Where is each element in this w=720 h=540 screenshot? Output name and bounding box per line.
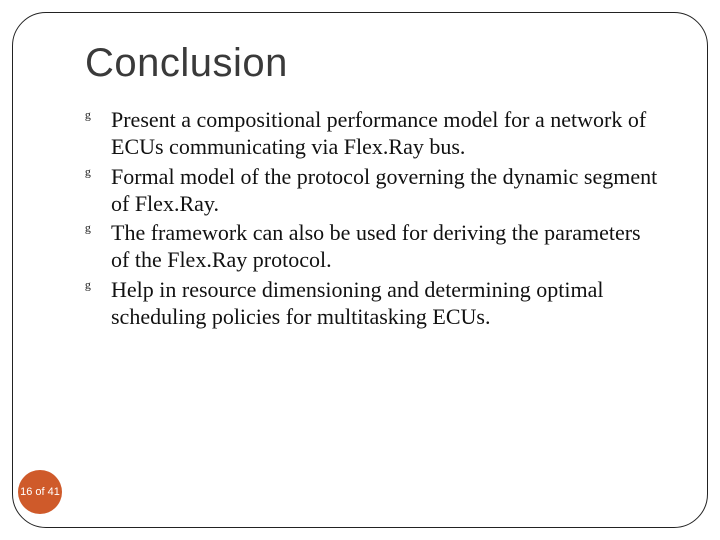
bullet-text: Present a compositional performance mode… — [111, 107, 646, 159]
slide-title: Conclusion — [85, 41, 659, 86]
bullet-text: The framework can also be used for deriv… — [111, 220, 641, 272]
bullet-icon: ᵍ — [85, 106, 91, 131]
page-number-text: 16 of 41 — [20, 486, 60, 498]
list-item: ᵍ The framework can also be used for der… — [85, 219, 659, 274]
page-number-badge: 16 of 41 — [18, 470, 62, 514]
bullet-icon: ᵍ — [85, 163, 91, 188]
bullet-icon: ᵍ — [85, 219, 91, 244]
bullet-list: ᵍ Present a compositional performance mo… — [85, 106, 659, 330]
list-item: ᵍ Help in resource dimensioning and dete… — [85, 276, 659, 331]
bullet-text: Help in resource dimensioning and determ… — [111, 277, 603, 329]
slide-frame: Conclusion ᵍ Present a compositional per… — [12, 12, 708, 528]
list-item: ᵍ Formal model of the protocol governing… — [85, 163, 659, 218]
bullet-icon: ᵍ — [85, 276, 91, 301]
bullet-text: Formal model of the protocol governing t… — [111, 164, 657, 216]
list-item: ᵍ Present a compositional performance mo… — [85, 106, 659, 161]
